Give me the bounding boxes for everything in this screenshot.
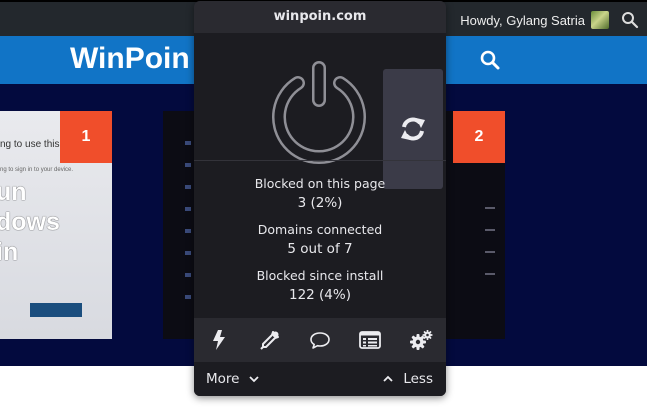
domains-connected-label: Domains connected: [257, 222, 383, 237]
power-area: [194, 33, 446, 189]
article-number-badge: 2: [453, 111, 505, 163]
logger-button[interactable]: [355, 325, 385, 355]
site-logo[interactable]: WinPoin: [70, 42, 190, 76]
more-button[interactable]: More: [206, 371, 260, 387]
greeting-text: Howdy, Gylang Satria: [460, 12, 585, 28]
chevron-down-icon: [249, 376, 260, 383]
report-button[interactable]: [305, 325, 335, 355]
search-icon[interactable]: [479, 49, 501, 71]
dashboard-button[interactable]: [406, 325, 436, 355]
search-icon[interactable]: [621, 11, 639, 29]
article-number-badge: 1: [60, 111, 112, 163]
more-label: More: [206, 371, 240, 387]
list-icon: [359, 331, 382, 349]
blocked-install-label: Blocked since install: [256, 268, 384, 283]
thumbnail-text: ng to use this: [0, 139, 60, 150]
thumbnail-button-graphic: [30, 303, 82, 317]
blocked-install-value: 122 (4%): [288, 287, 351, 303]
less-button[interactable]: Less: [383, 371, 433, 387]
bolt-icon: [213, 330, 226, 350]
speech-bubble-icon: [310, 332, 330, 349]
divider: [194, 160, 446, 161]
eyedropper-icon: [259, 331, 279, 350]
blocked-page-value: 3 (2%): [297, 195, 343, 211]
chevron-up-icon: [383, 375, 393, 382]
reload-button[interactable]: [383, 69, 443, 189]
popup-hostname: winpoin.com: [194, 1, 446, 33]
blocked-page-label: Blocked on this page: [254, 176, 386, 191]
element-picker-button[interactable]: [255, 325, 285, 355]
account-menu[interactable]: Howdy, Gylang Satria: [460, 11, 609, 29]
avatar: [591, 11, 609, 29]
popup-toolbar: [194, 318, 446, 362]
popup-footer: More Less: [194, 362, 446, 396]
thumbnail-text: ng to sign in to your device.: [0, 167, 74, 173]
gears-icon: [409, 330, 433, 350]
power-switch-icon[interactable]: [264, 55, 374, 165]
blocker-popup: winpoin.com Blocked on this page 3 (2%) …: [194, 1, 446, 396]
refresh-icon: [401, 117, 425, 141]
bolt-button[interactable]: [204, 325, 234, 355]
domains-connected-value: 5 out of 7: [287, 241, 353, 257]
less-label: Less: [403, 371, 433, 387]
thumbnail-title: un dows in: [0, 178, 60, 266]
stats-panel: Blocked on this page 3 (2%) Domains conn…: [194, 175, 446, 313]
